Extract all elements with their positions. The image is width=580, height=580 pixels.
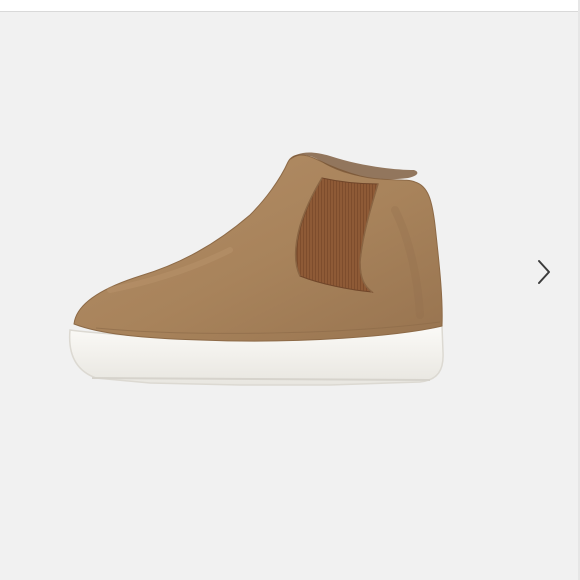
image-gallery-viewer bbox=[0, 0, 580, 580]
next-image-button[interactable] bbox=[530, 254, 558, 290]
shoe-image bbox=[68, 152, 444, 386]
chevron-right-icon bbox=[538, 260, 550, 284]
